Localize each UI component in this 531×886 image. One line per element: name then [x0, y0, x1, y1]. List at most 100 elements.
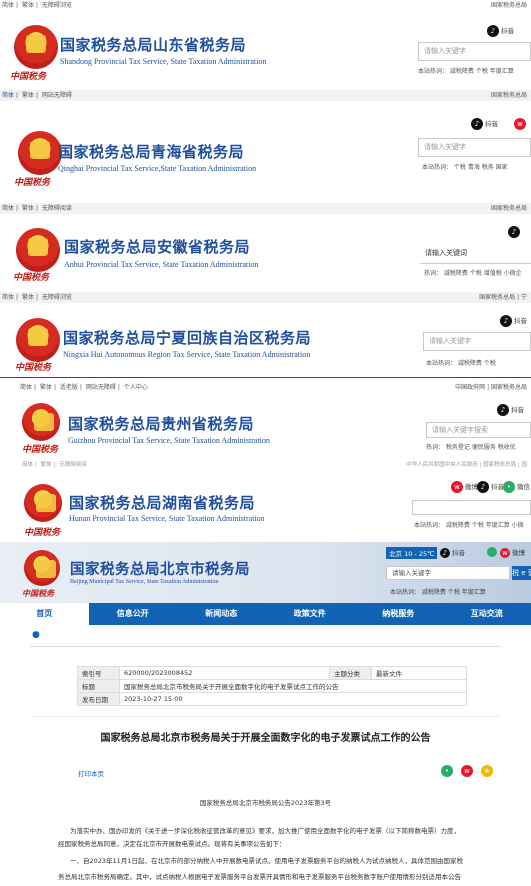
- guizhou-banner: 中国税务 国家税务总局贵州省税务局 Guizhou Provincial Tax…: [0, 393, 531, 458]
- accessibility-link[interactable]: 网站无障碍: [84, 382, 118, 393]
- lang-simplified[interactable]: 简体: [0, 460, 35, 470]
- sta-link[interactable]: 国家税务总局: [489, 90, 529, 101]
- anhui-topbar: 简体 | 繁体 | 无障碍阅读 国家税务总局: [0, 203, 531, 214]
- douyin-icon: ♪: [440, 548, 450, 558]
- site-subtitle: Hunan Provincial Tax Service, State Taxa…: [69, 514, 265, 523]
- meta-value: 最新文件: [370, 666, 468, 680]
- lang-traditional[interactable]: 繁体: [39, 460, 54, 470]
- sta-link[interactable]: 国家税务总局: [489, 0, 529, 11]
- national-emblem-icon: [14, 25, 58, 69]
- wechat-icon[interactable]: [487, 547, 497, 557]
- nav-taxpayer-service[interactable]: 纳税服务: [354, 603, 443, 625]
- hot-words: 本站热词： 个税 青海 税务 国家: [422, 164, 508, 171]
- search-input[interactable]: 请输入关键字: [418, 138, 531, 157]
- nav-interaction[interactable]: 互动交流: [443, 603, 531, 625]
- search-input[interactable]: 请输入关键字: [386, 566, 510, 580]
- douyin-link[interactable]: ♪ 抖音: [497, 404, 524, 416]
- nav-info-disclosure[interactable]: 信息公开: [89, 603, 178, 625]
- share-qzone-icon[interactable]: ★: [481, 765, 493, 777]
- site-subtitle: Guizhou Provincial Tax Service, State Ta…: [68, 436, 270, 445]
- lang-traditional[interactable]: 繁体: [20, 292, 36, 303]
- shandong-banner: 中国税务 国家税务总局山东省税务局 Shandong Provincial Ta…: [0, 11, 531, 87]
- wechat-link[interactable]: • 微信: [503, 481, 530, 493]
- site-title: 国家税务总局贵州省税务局: [68, 415, 255, 433]
- sta-link[interactable]: 国家税务总局 | 宁: [477, 292, 529, 303]
- site-subtitle: Ningxia Hui Autonomous Region Tax Servic…: [63, 350, 311, 359]
- national-emblem-icon: [24, 484, 62, 522]
- nav-policy-docs[interactable]: 政策文件: [266, 603, 355, 625]
- accessibility-link[interactable]: 无障碍浏览: [40, 0, 74, 11]
- share-weibo-icon[interactable]: w: [461, 765, 473, 777]
- douyin-link[interactable]: ♪ 抖音: [477, 481, 504, 493]
- lang-traditional[interactable]: 繁体: [20, 0, 36, 11]
- gov-links[interactable]: 中国政府网 | 国家税务总局: [453, 382, 529, 393]
- nav-news[interactable]: 新闻动态: [177, 603, 266, 625]
- weibo-link[interactable]: w 微博: [451, 481, 478, 493]
- lang-traditional[interactable]: 繁体: [20, 203, 36, 214]
- announcement-number: 国家税务总局北京市税务局公告2023年第3号: [199, 799, 332, 807]
- share-wechat-icon[interactable]: •: [441, 765, 453, 777]
- weather-widget[interactable]: 北京 10 - 25℃: [386, 547, 438, 559]
- hot-words: 热词： 税务登记 便民服务 税收优: [426, 444, 516, 451]
- douyin-icon: ♪: [477, 481, 489, 493]
- douyin-link[interactable]: ♪: [508, 226, 522, 238]
- accessibility-link[interactable]: 无障碍阅读: [40, 203, 74, 214]
- tax-e-button[interactable]: 税 e 营: [512, 566, 531, 580]
- site-title: 国家税务总局青海省税务局: [58, 143, 245, 161]
- douyin-link[interactable]: ♪ 抖音: [471, 118, 498, 130]
- meta-value: 620000/2023008452: [119, 666, 330, 680]
- ningxia-topbar: 简体 | 繁体 | 无障碍浏览 国家税务总局 | 宁: [0, 292, 531, 303]
- nav-home[interactable]: 首页: [0, 603, 89, 625]
- search-input[interactable]: 请输入关键字: [423, 332, 531, 351]
- accessibility-link[interactable]: 无障碍浏览: [40, 292, 74, 303]
- site-title: 国家税务总局安徽省税务局: [64, 238, 251, 256]
- accessibility-link[interactable]: 无障碍阅读: [57, 460, 89, 470]
- gov-links[interactable]: 中华人民共和国中央人民政府 | 国家税务总局 | 国: [404, 460, 529, 470]
- lang-traditional[interactable]: 繁体: [38, 382, 54, 393]
- personal-center-link[interactable]: 个人中心: [122, 382, 150, 393]
- elder-mode-link[interactable]: 适老版: [58, 382, 80, 393]
- national-emblem-icon: [22, 403, 60, 441]
- douyin-icon: ♪: [497, 404, 509, 416]
- douyin-link[interactable]: ♪ 抖音: [500, 315, 527, 327]
- meta-value: 国家税务总局北京市税务局关于开展全面数字化的电子发票试点工作的公告: [119, 679, 467, 693]
- douyin-link[interactable]: ♪ 抖音: [440, 547, 465, 558]
- sta-link[interactable]: 国家税务总局: [489, 203, 529, 214]
- article-paragraph: 务总局北京市税务局确定。其中，试点纳税人根据电子发票服务平台发票开具情形和电子发…: [58, 873, 461, 881]
- national-emblem-icon: [18, 131, 62, 175]
- search-input[interactable]: 请输入关键字搜索: [426, 422, 531, 438]
- search-input[interactable]: [412, 500, 531, 515]
- site-title: 国家税务总局宁夏回族自治区税务局: [63, 329, 312, 347]
- qinghai-topbar: 简体 | 繁体 | 网站无障碍 国家税务总局: [0, 90, 531, 101]
- site-title: 国家税务总局北京市税务局: [70, 562, 250, 578]
- china-tax-mark: 中国税务: [10, 72, 47, 82]
- weibo-icon[interactable]: w: [514, 118, 526, 130]
- lang-traditional[interactable]: 繁体: [20, 90, 36, 101]
- meta-key: 发布日期: [77, 692, 120, 706]
- china-tax-mark: 中国税务: [22, 588, 54, 598]
- divider: [30, 646, 501, 647]
- search-input[interactable]: 请输入关键词: [420, 245, 531, 264]
- site-subtitle: Beijing Municipal Tax Service, State Tax…: [70, 579, 219, 585]
- lang-simplified[interactable]: 简体: [0, 0, 16, 11]
- wechat-icon: •: [503, 481, 515, 493]
- douyin-icon: ♪: [500, 315, 512, 327]
- qinghai-banner: 中国税务 国家税务总局青海省税务局 Qinghai Provincial Tax…: [0, 101, 531, 199]
- lang-simplified[interactable]: 简体: [0, 382, 34, 393]
- divider: [30, 716, 501, 717]
- accessibility-link[interactable]: 网站无障碍: [40, 90, 74, 101]
- lang-simplified[interactable]: 简体: [0, 203, 16, 214]
- site-subtitle: Shandong Provincial Tax Service, State T…: [60, 57, 267, 66]
- national-emblem-icon: [16, 228, 60, 272]
- meta-table: 索引号 620000/2023008452 主题分类 最新文件 标题 国家税务总…: [77, 666, 468, 706]
- douyin-link[interactable]: ♪ 抖音: [487, 25, 514, 37]
- douyin-icon: ♪: [487, 25, 499, 37]
- print-button[interactable]: 打印本页: [78, 768, 104, 778]
- search-input[interactable]: 请输入关键字: [418, 42, 531, 61]
- article-paragraph: 经国家税务总局同意，决定在北京市开展数电票试点。现将有关事项公告如下：: [58, 840, 286, 848]
- article-paragraph: 为落实中办、国办印发的《关于进一步深化税收征管改革的意见》要求，加大推广使用全面…: [70, 827, 460, 835]
- main-nav: 首页 信息公开 新闻动态 政策文件 纳税服务 互动交流: [0, 603, 531, 625]
- weibo-link[interactable]: w 微博: [500, 547, 525, 558]
- lang-simplified[interactable]: 简体: [0, 292, 16, 303]
- lang-simplified[interactable]: 简体: [0, 90, 16, 101]
